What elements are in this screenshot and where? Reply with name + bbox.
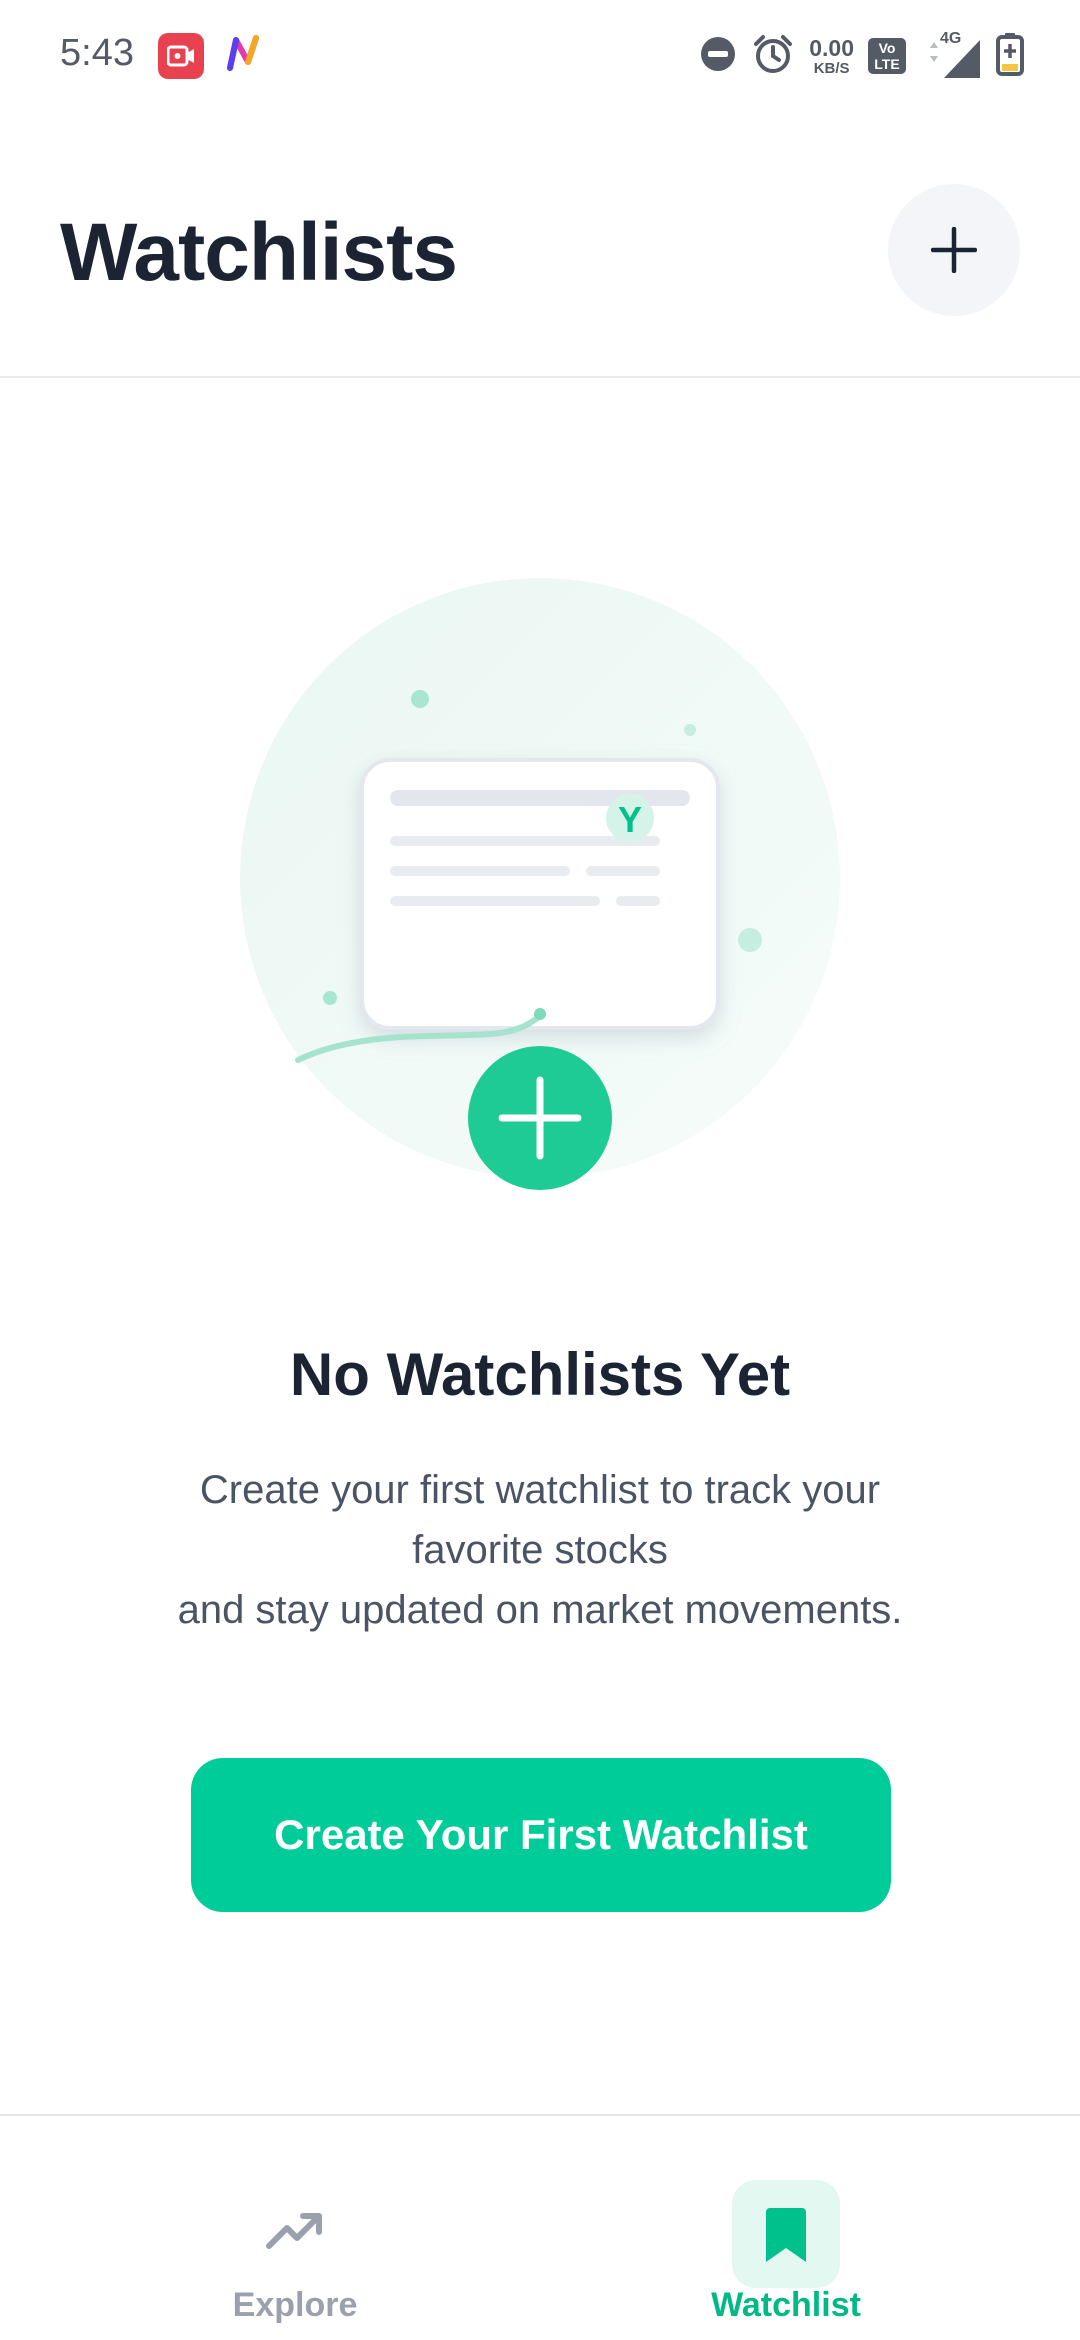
header: Watchlists	[0, 110, 1080, 378]
network-speed-unit: KB/S	[813, 59, 850, 77]
status-icons: 0.00 KB/S Vo LTE 4G	[699, 30, 1024, 82]
status-bar: 5:43 0.00 KB/S Vo LTE 4G	[0, 0, 1080, 110]
battery-charging-icon	[996, 32, 1024, 81]
description-line: favorite stocks	[412, 1528, 668, 1572]
bottom-navigation: Explore Watchlist	[0, 2114, 1080, 2340]
nav-item-watchlist[interactable]: Watchlist	[496, 2116, 1036, 2340]
do-not-disturb-icon	[699, 35, 737, 78]
description-line: Create your first watchlist to track you…	[199, 1468, 881, 1512]
alarm-icon	[751, 32, 795, 81]
add-watchlist-button[interactable]	[888, 184, 1020, 316]
description-line: and stay updated on market movements.	[177, 1588, 903, 1632]
network-speed-value: 0.00	[809, 34, 854, 61]
screen-recorder-icon	[158, 33, 204, 79]
empty-state-title: No Watchlists Yet	[289, 1341, 791, 1408]
create-first-watchlist-button[interactable]: Create Your First Watchlist	[191, 1758, 891, 1912]
empty-state-illustration: Y	[0, 560, 1080, 1220]
volte-badge: Vo LTE	[868, 38, 906, 74]
page-title: Watchlists	[60, 207, 458, 298]
signal-icon: 4G	[920, 30, 982, 78]
trending-up-icon	[266, 2213, 322, 2249]
nav-item-explore[interactable]: Explore	[0, 2116, 540, 2340]
network-type: 4G	[940, 30, 962, 47]
nav-label-watchlist: Watchlist	[711, 2286, 861, 2324]
nav-icon-container	[241, 2176, 349, 2284]
nav-label-explore: Explore	[232, 2286, 358, 2324]
decor-dot	[323, 991, 337, 1005]
empty-state-description: Create your first watchlist to track you…	[120, 1460, 960, 1640]
decor-dot	[684, 724, 696, 736]
network-speed: 0.00 KB/S	[809, 34, 854, 77]
app-logo-icon	[224, 32, 264, 81]
nav-icon-container-active	[732, 2180, 840, 2288]
plus-icon	[931, 227, 977, 273]
illustration-badge-text: Y	[618, 799, 642, 840]
bookmark-icon	[766, 2208, 806, 2262]
decor-dot	[411, 690, 429, 708]
decor-dot	[738, 928, 762, 952]
status-time: 5:43	[60, 32, 134, 74]
